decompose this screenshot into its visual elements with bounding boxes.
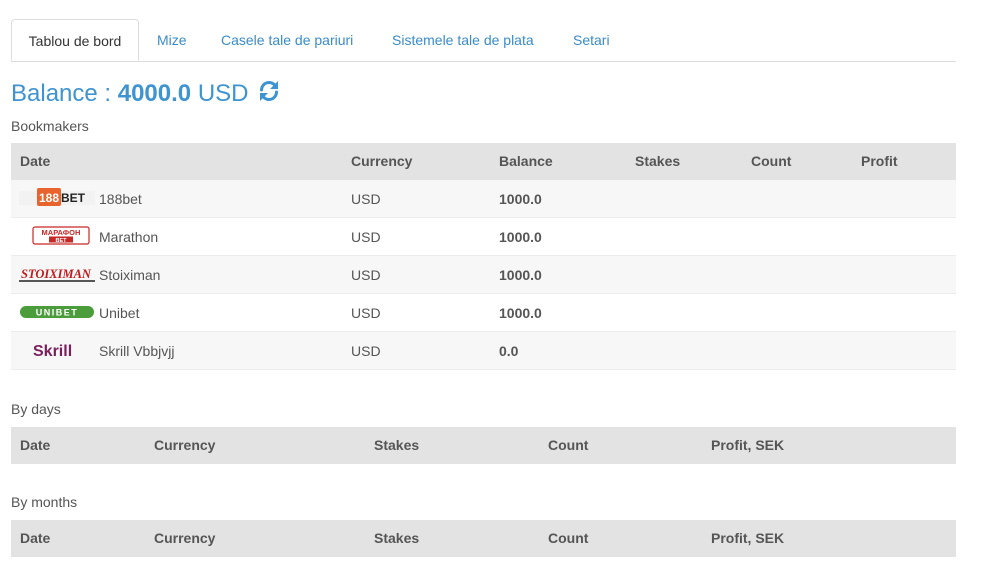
by-days-label: By days — [11, 401, 61, 417]
balance-cell: 0.0 — [499, 343, 519, 359]
by-months-label: By months — [11, 494, 78, 510]
balance-heading: Balance : 4000.0 USD — [11, 78, 281, 110]
by-months-table: Date Currency Stakes Count Profit, SEK — [11, 520, 956, 557]
currency-cell: USD — [351, 229, 381, 245]
balance-cell: 1000.0 — [499, 305, 542, 321]
bookmaker-name[interactable]: Skrill Vbbjvjj — [99, 332, 174, 370]
by-days-table: Date Currency Stakes Count Profit, SEK — [11, 427, 956, 464]
currency-cell: USD — [351, 343, 381, 359]
col-currency[interactable]: Currency — [351, 143, 412, 180]
col-currency[interactable]: Currency — [154, 427, 215, 464]
currency-cell: USD — [351, 191, 381, 207]
currency-cell: USD — [351, 305, 381, 321]
tab-setari[interactable]: Setari — [573, 19, 610, 60]
skrill-logo: Skrill — [19, 340, 97, 360]
188bet-logo: 188 BET — [19, 188, 97, 208]
nav-tabs: Tablou de bord Mize Casele tale de pariu… — [11, 19, 956, 62]
col-count[interactable]: Count — [548, 427, 588, 464]
table-row[interactable]: Skrill Skrill Vbbjvjj USD 0.0 — [11, 332, 956, 370]
balance-amount: 4000.0 — [117, 80, 192, 107]
table-row[interactable]: STOIXIMAN Stoiximan USD 1000.0 — [11, 256, 956, 294]
col-date[interactable]: Date — [20, 520, 50, 557]
tab-sistemele-tale-de-plata[interactable]: Sistemele tale de plata — [392, 19, 534, 60]
stoiximan-logo: STOIXIMAN — [19, 264, 97, 284]
table-header: Date Currency Balance Stakes Count Profi… — [11, 143, 956, 180]
bookmaker-name[interactable]: Unibet — [99, 294, 139, 332]
balance-cell: 1000.0 — [499, 191, 542, 207]
col-stakes[interactable]: Stakes — [374, 427, 419, 464]
table-row[interactable]: 188 BET 188bet USD 1000.0 — [11, 180, 956, 218]
svg-text:188: 188 — [39, 191, 59, 205]
bookmakers-table: Date Currency Balance Stakes Count Profi… — [11, 143, 956, 370]
col-profit-sek[interactable]: Profit, SEK — [711, 520, 784, 557]
table-row[interactable]: МАРАФОН BET Marathon USD 1000.0 — [11, 218, 956, 256]
col-profit[interactable]: Profit — [861, 143, 898, 180]
tab-mize[interactable]: Mize — [157, 19, 187, 60]
col-balance[interactable]: Balance — [499, 143, 553, 180]
marathon-logo: МАРАФОН BET — [19, 226, 97, 246]
currency-cell: USD — [351, 267, 381, 283]
balance-cell: 1000.0 — [499, 229, 542, 245]
col-date[interactable]: Date — [20, 427, 50, 464]
svg-text:Skrill: Skrill — [33, 343, 72, 360]
bookmaker-name[interactable]: 188bet — [99, 180, 142, 218]
table-body: 188 BET 188bet USD 1000.0 МАРАФОН BET Ma… — [11, 180, 956, 370]
balance-currency: USD — [197, 80, 249, 107]
bookmaker-name[interactable]: Marathon — [99, 218, 158, 256]
col-count[interactable]: Count — [751, 143, 791, 180]
tab-casele-tale-de-pariuri[interactable]: Casele tale de pariuri — [221, 19, 353, 60]
refresh-icon[interactable] — [257, 79, 281, 112]
table-header: Date Currency Stakes Count Profit, SEK — [11, 520, 956, 557]
balance-cell: 1000.0 — [499, 267, 542, 283]
col-stakes[interactable]: Stakes — [635, 143, 680, 180]
col-date[interactable]: Date — [20, 143, 50, 180]
svg-text:BET: BET — [61, 191, 86, 205]
col-count[interactable]: Count — [548, 520, 588, 557]
tab-tablou-de-bord[interactable]: Tablou de bord — [11, 19, 139, 61]
bookmaker-name[interactable]: Stoiximan — [99, 256, 160, 294]
svg-text:UNIBET: UNIBET — [36, 308, 79, 318]
unibet-logo: UNIBET — [19, 302, 97, 322]
col-currency[interactable]: Currency — [154, 520, 215, 557]
svg-text:МАРАФОН: МАРАФОН — [42, 228, 81, 237]
svg-text:BET: BET — [56, 238, 68, 244]
svg-text:STOIXIMAN: STOIXIMAN — [21, 267, 92, 281]
col-profit-sek[interactable]: Profit, SEK — [711, 427, 784, 464]
table-row[interactable]: UNIBET Unibet USD 1000.0 — [11, 294, 956, 332]
bookmakers-label: Bookmakers — [11, 118, 89, 134]
col-stakes[interactable]: Stakes — [374, 520, 419, 557]
balance-prefix: Balance : — [11, 80, 118, 107]
table-header: Date Currency Stakes Count Profit, SEK — [11, 427, 956, 464]
